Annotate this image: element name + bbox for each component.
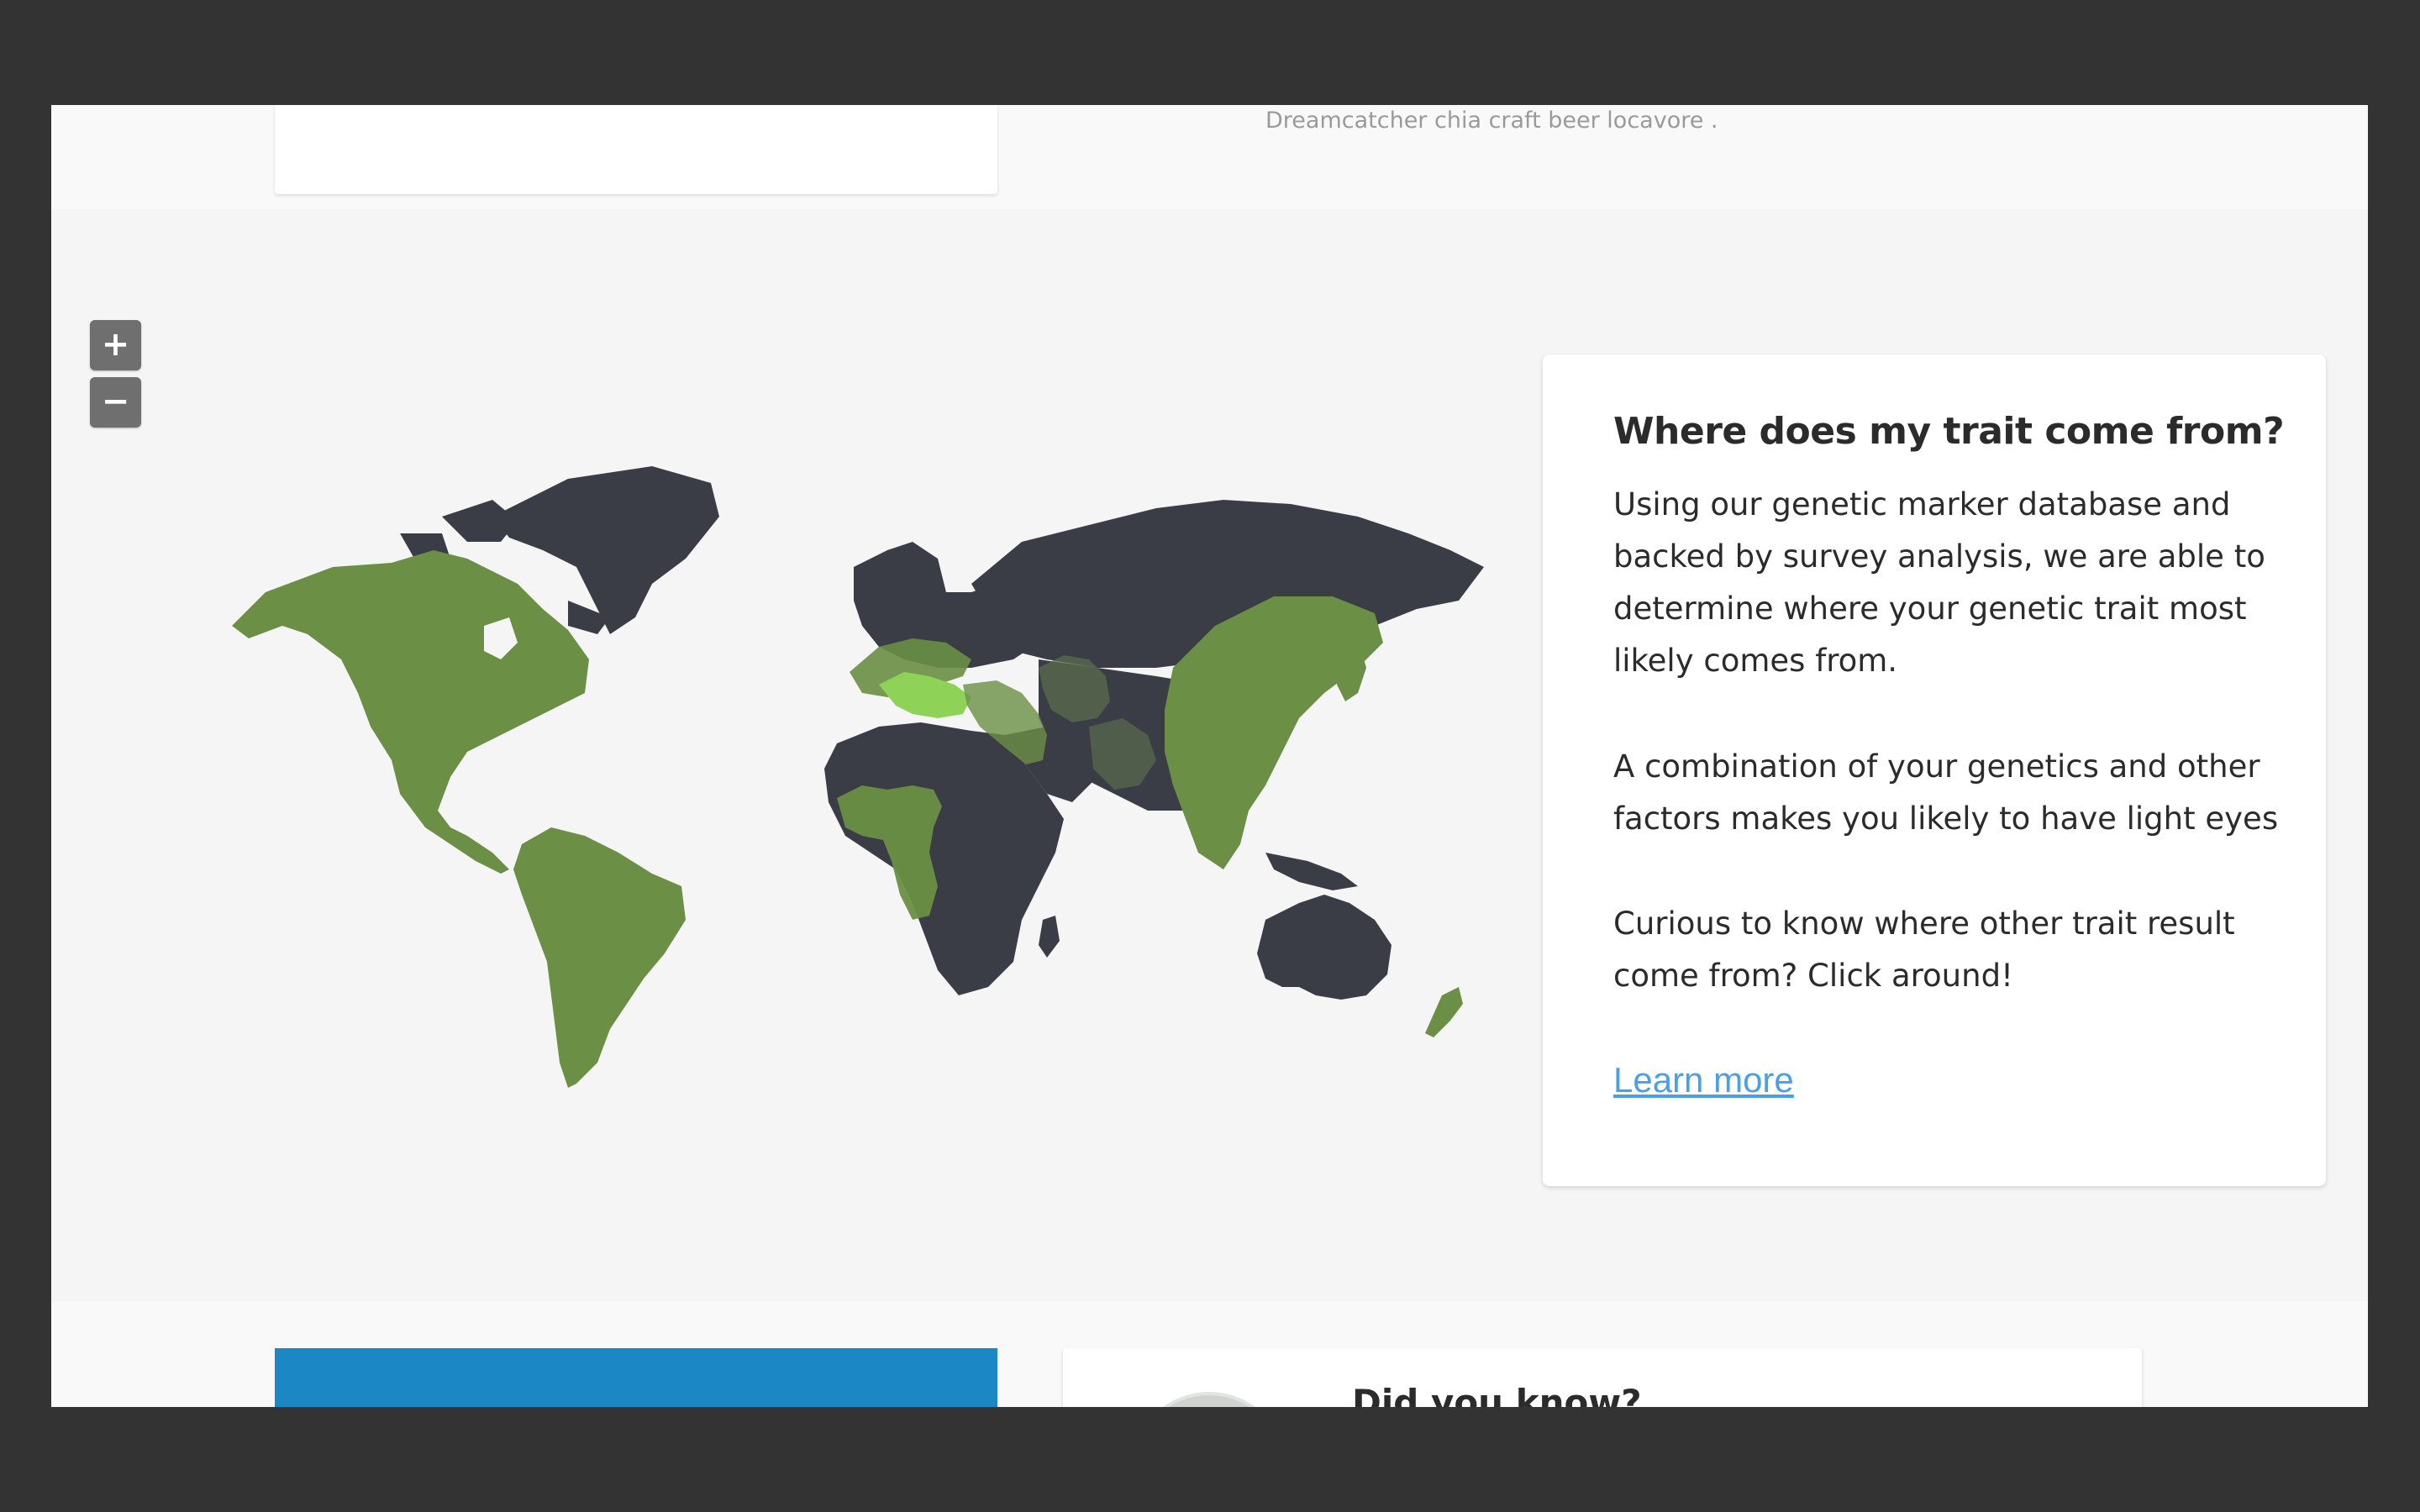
trait-origin-paragraph-3: Curious to know where other trait result… xyxy=(1613,906,2235,994)
region-west-africa xyxy=(837,785,942,920)
australia xyxy=(1257,895,1392,1000)
top-section: Dreamcatcher chia craft beer locavore . xyxy=(51,105,2368,209)
region-mediterranean-highlight xyxy=(879,672,971,718)
did-you-know-card: Did you know? xyxy=(1063,1348,2142,1407)
learn-more-link[interactable]: Learn more xyxy=(1613,1060,1794,1100)
north-america xyxy=(232,550,589,874)
trait-origin-title: Where does my trait come from? xyxy=(1613,410,2285,453)
world-map[interactable] xyxy=(215,416,1492,1105)
avatar xyxy=(1130,1392,1288,1407)
trait-origin-paragraph-1: Using our genetic marker database and ba… xyxy=(1613,486,2265,679)
browser-viewport: Dreamcatcher chia craft beer locavore . … xyxy=(51,105,2368,1407)
blue-card xyxy=(275,1348,997,1407)
se-asia-islands xyxy=(1265,853,1358,890)
zoom-in-button[interactable]: + xyxy=(90,320,141,370)
top-card xyxy=(275,105,997,194)
trait-origin-paragraph-2: A combination of your genetics and other… xyxy=(1613,748,2279,837)
trait-origin-card: Where does my trait come from? Using our… xyxy=(1543,354,2326,1186)
new-zealand xyxy=(1425,987,1463,1037)
top-caption: Dreamcatcher chia craft beer locavore . xyxy=(1265,108,1718,134)
south-america xyxy=(513,827,686,1088)
madagascar xyxy=(1039,916,1060,958)
bottom-section: Did you know? xyxy=(51,1301,2368,1407)
zoom-out-button[interactable]: − xyxy=(90,377,141,428)
did-you-know-title: Did you know? xyxy=(1352,1382,1642,1407)
